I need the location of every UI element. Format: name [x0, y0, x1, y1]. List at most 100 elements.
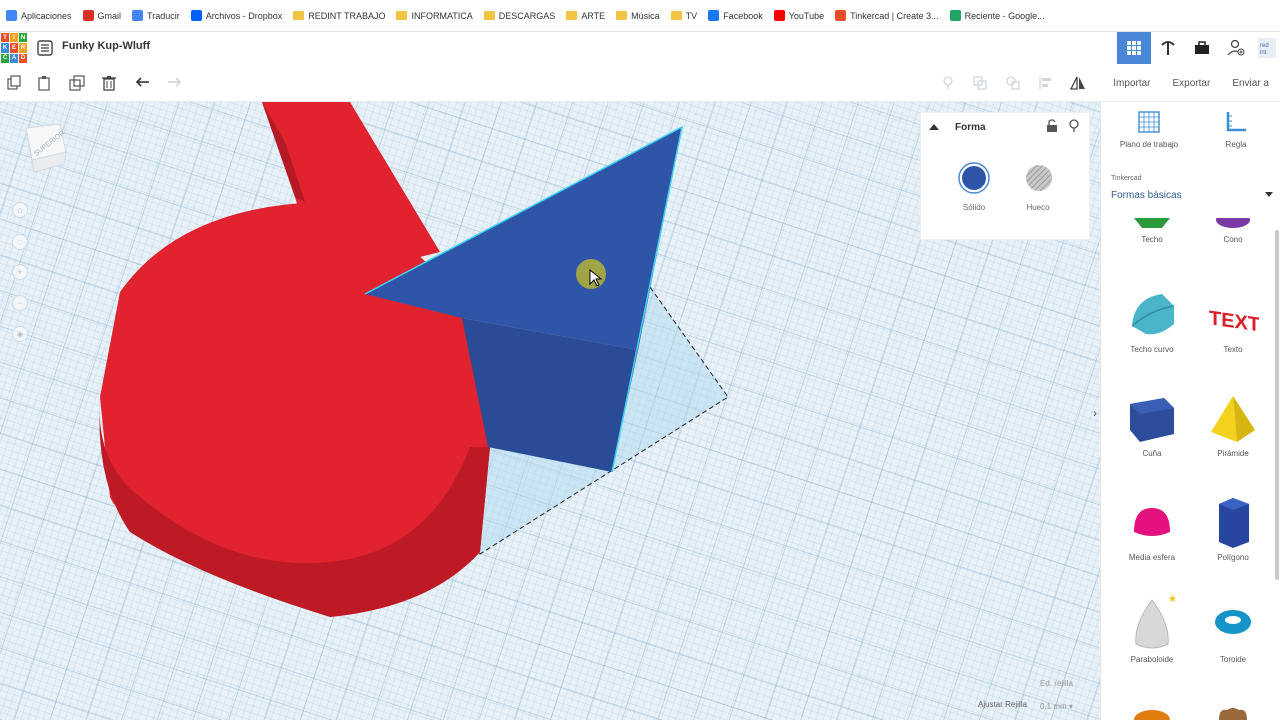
ruler-label: Regla	[1225, 140, 1247, 149]
bookmarks-bar: Aplicaciones Gmail Traducir Archivos - Drop…	[0, 0, 1280, 32]
red-cylinder-shape[interactable]	[99, 102, 490, 617]
edit-grid-button[interactable]: Ed. rejilla	[1040, 679, 1073, 688]
folder-icon	[566, 11, 578, 20]
bookmark-3[interactable]: Archivos - Dropbox	[190, 10, 283, 21]
solid-button[interactable]	[958, 162, 990, 199]
profile-avatar[interactable]: red int	[1253, 32, 1280, 64]
3d-view-button[interactable]	[1117, 32, 1151, 64]
youtube-icon	[773, 10, 785, 21]
document-title[interactable]: Funky Kup-Wluff	[62, 40, 150, 52]
tinkercad-logo[interactable]: TINKERCAD	[0, 32, 28, 64]
sidebar-scrollbar[interactable]	[1275, 230, 1279, 580]
bookmark-label: Reciente - Google...	[964, 10, 1045, 21]
collapse-up-icon[interactable]	[929, 122, 939, 130]
logo-letter: N	[19, 33, 27, 43]
shape-polygon[interactable]: Polígono	[1198, 498, 1268, 562]
delete-button[interactable]	[99, 73, 119, 93]
zoom-in-button[interactable]: +	[12, 264, 28, 280]
copy-button[interactable]	[4, 73, 24, 93]
bookmark-label: Tinkercad | Create 3...	[850, 10, 939, 21]
send-to-button[interactable]: Enviar a	[1221, 78, 1280, 89]
solid-label: Sólido	[962, 203, 986, 212]
shape-next-row-2[interactable]	[1198, 706, 1268, 720]
cone-shape-icon	[1216, 218, 1250, 228]
shape-torus[interactable]: Toroide	[1198, 602, 1268, 664]
redo-button[interactable]	[164, 73, 184, 93]
undo-arrow-icon	[135, 77, 149, 87]
undo-button[interactable]	[133, 73, 153, 93]
shapes-sidebar: Plano de trabajo Regla Tinkercad Formas …	[1100, 102, 1280, 720]
shape-library-value: Formas básicas	[1111, 190, 1182, 201]
bookmark-label: Música	[631, 10, 660, 21]
mirror-button[interactable]	[1068, 73, 1088, 93]
bookmark-9[interactable]: TV	[670, 11, 697, 21]
build-button[interactable]	[1151, 32, 1185, 64]
ungroup-button[interactable]	[1003, 73, 1023, 93]
logo-letter: D	[19, 53, 27, 63]
hole-button[interactable]	[1023, 162, 1055, 199]
shape-roof[interactable]: Techo	[1117, 218, 1187, 244]
shape-paraboloid[interactable]: ★ Paraboloide	[1117, 594, 1187, 664]
shape-cone[interactable]: Cono	[1198, 218, 1268, 244]
workplane-tool[interactable]: Plano de trabajo	[1109, 110, 1189, 149]
ruler-tool[interactable]: Regla	[1196, 110, 1276, 149]
clipboard-icon	[38, 76, 50, 91]
view-cube[interactable]: SUPERIOR	[14, 122, 68, 183]
folder-icon	[483, 11, 495, 20]
bookmark-4[interactable]: REDINT TRABAJO	[293, 11, 385, 21]
logo-letter: A	[10, 53, 18, 63]
bookmark-13[interactable]: Reciente - Google...	[949, 10, 1045, 21]
shape-curved-roof-label: Techo curvo	[1130, 345, 1174, 354]
paste-button[interactable]	[34, 73, 54, 93]
shape-next-row-1[interactable]	[1117, 706, 1187, 720]
light-bulb-icon[interactable]	[1068, 119, 1080, 133]
unlock-icon[interactable]	[1046, 119, 1058, 133]
shape-wedge[interactable]: Cuña	[1117, 394, 1187, 458]
ortho-view-button[interactable]: ◈	[12, 326, 28, 342]
snap-grid-value: 0,1 mm	[1040, 702, 1067, 711]
bookmark-11[interactable]: YouTube	[773, 10, 824, 21]
shape-pyramid[interactable]: Pirámide	[1198, 394, 1268, 458]
translate-icon	[132, 10, 144, 21]
bookmark-label: Gmail	[97, 10, 122, 21]
home-view-button[interactable]: ⌂	[12, 202, 28, 218]
plus-icon: +	[17, 267, 23, 277]
bookmark-label: Archivos - Dropbox	[205, 10, 283, 21]
export-button[interactable]: Exportar	[1162, 78, 1222, 89]
shape-library-dropdown[interactable]: Formas básicas	[1111, 190, 1273, 201]
group-button[interactable]	[970, 73, 990, 93]
menu-list-icon[interactable]	[36, 39, 54, 57]
bookmark-8[interactable]: Música	[616, 11, 660, 21]
bookmark-0[interactable]: Aplicaciones	[6, 10, 72, 21]
bookmark-6[interactable]: DESCARGAS	[483, 11, 555, 21]
bookmark-12[interactable]: Tinkercad | Create 3...	[835, 10, 939, 21]
workplane-icon	[1138, 111, 1160, 133]
shape-panel-title: Forma	[955, 122, 986, 133]
shape-curved-roof[interactable]: Techo curvo	[1117, 290, 1187, 354]
blocks-button[interactable]	[1185, 32, 1219, 64]
bookmark-7[interactable]: ARTE	[566, 11, 605, 21]
wedge-shape-icon	[1130, 398, 1174, 442]
mirror-icon	[1069, 76, 1085, 90]
bookmark-1[interactable]: Gmail	[82, 10, 122, 21]
user-add-icon	[1227, 39, 1245, 56]
bookmark-5[interactable]: INFORMATICA	[396, 11, 473, 21]
shape-text[interactable]: TEXT Texto	[1198, 290, 1268, 354]
shape-half-sphere-label: Media esfera	[1128, 553, 1176, 562]
fit-view-button[interactable]: ◌	[12, 234, 28, 250]
light-bulb-button[interactable]	[938, 73, 958, 93]
collapse-panel-chevron-icon[interactable]: ›	[1093, 406, 1097, 420]
logo-letter: C	[1, 53, 9, 63]
zoom-out-button[interactable]: −	[12, 295, 28, 311]
align-button[interactable]	[1036, 73, 1056, 93]
snap-grid-select[interactable]: 0,1 mm ▾	[1040, 702, 1073, 711]
shape-roof-label: Techo	[1141, 235, 1163, 244]
bookmark-2[interactable]: Traducir	[132, 10, 180, 21]
pickaxe-icon	[1161, 41, 1175, 55]
user-add-button[interactable]	[1219, 32, 1253, 64]
bookmark-10[interactable]: Facebook	[708, 10, 763, 21]
ruler-icon	[1226, 112, 1246, 132]
shape-half-sphere[interactable]: Media esfera	[1117, 498, 1187, 562]
duplicate-button[interactable]	[67, 73, 87, 93]
import-button[interactable]: Importar	[1102, 78, 1161, 89]
